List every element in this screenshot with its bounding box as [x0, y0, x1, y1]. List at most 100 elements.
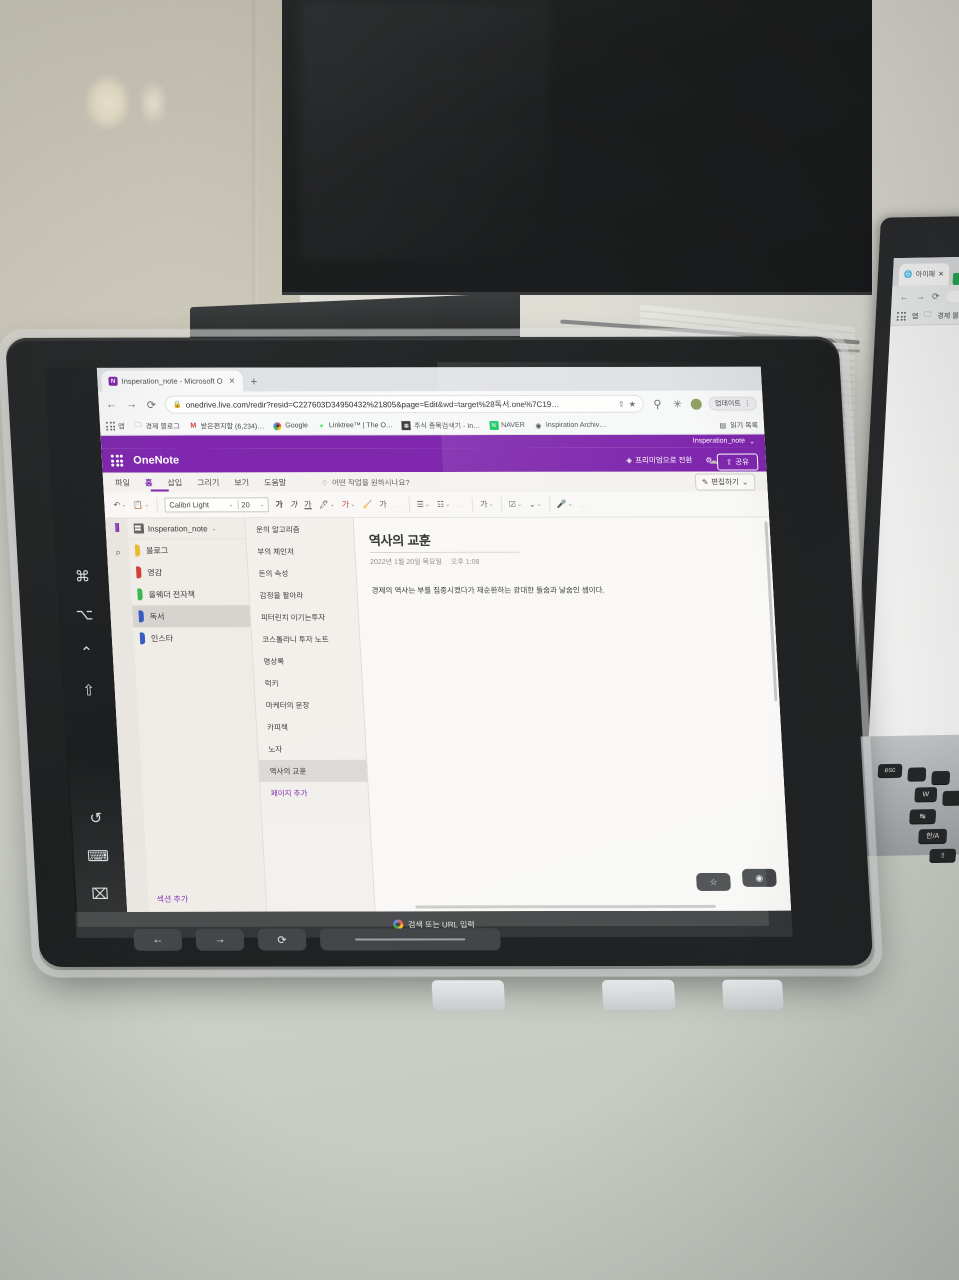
- highlighter-icon[interactable]: 🖊 ⌄: [318, 500, 335, 509]
- hide-keyboard-icon[interactable]: ⌧: [91, 885, 109, 903]
- dictate-icon[interactable]: ⌄ ⌄: [529, 500, 542, 509]
- clear-formatting-icon[interactable]: 🧹: [362, 500, 372, 509]
- bookmark-apps[interactable]: 앱: [105, 421, 125, 431]
- font-name-select[interactable]: Calibri Light ⌄: [165, 500, 238, 509]
- tab-file[interactable]: 파일: [115, 477, 130, 488]
- bookmark-google[interactable]: Google: [273, 421, 308, 430]
- notebook-name-top[interactable]: Insperation_note: [693, 438, 746, 445]
- page-item-11[interactable]: 역사의 교훈: [258, 759, 368, 782]
- macbook-bookmark-blog[interactable]: 경제 블로그: [937, 310, 959, 321]
- section-item-inspiration[interactable]: 영감: [130, 561, 248, 583]
- clipboard-icon[interactable]: 📋 ⌄: [133, 501, 150, 510]
- section-item-blog[interactable]: 블로그: [128, 539, 246, 561]
- page-title[interactable]: 역사의 교훈: [368, 529, 757, 549]
- more-icon[interactable]: …: [393, 500, 402, 509]
- address-bar[interactable]: 🔒 onedrive.live.com/redir?resid=C227603D…: [164, 394, 645, 414]
- font-size-select[interactable]: 20 ⌄: [237, 500, 268, 510]
- bullet-list-icon[interactable]: ☰ ⌄: [416, 500, 430, 509]
- reload-icon[interactable]: ⟳: [932, 291, 940, 302]
- chevron-down-icon[interactable]: ⌄: [749, 437, 755, 445]
- bold-button[interactable]: 가: [275, 499, 283, 510]
- page-item-8[interactable]: 마케터의 문장: [255, 694, 363, 716]
- microphone-icon[interactable]: 🎤 ⌄: [556, 500, 573, 509]
- reload-icon[interactable]: ⟳: [145, 398, 159, 411]
- underline-button[interactable]: 가: [304, 499, 312, 510]
- bookmark-inbox[interactable]: M 받은편지함 (6,234)…: [189, 421, 265, 431]
- apps-grid-icon[interactable]: [896, 311, 907, 321]
- add-section-button[interactable]: 섹션 추가: [148, 887, 267, 912]
- page-body-text[interactable]: 경제의 역사는 부를 집중시켰다가 재순환하는 광대한 들숨과 날숨인 셈이다.: [371, 584, 759, 597]
- shift-icon[interactable]: ⇧: [82, 681, 96, 699]
- tab-view[interactable]: 보기: [234, 477, 249, 488]
- close-icon[interactable]: ✕: [938, 270, 944, 278]
- section-item-reading[interactable]: 독서: [132, 605, 251, 628]
- macbook-bookmark-apps[interactable]: 앱: [912, 311, 919, 321]
- browser-tab[interactable]: N Insperation_note - Microsoft O ✕: [100, 370, 243, 392]
- share-button[interactable]: ⇪ 공유: [716, 453, 759, 471]
- tag-star-icon[interactable]: ☑ ⌄: [508, 500, 522, 509]
- section-item-insta[interactable]: 인스타: [133, 627, 251, 649]
- key-blank-2[interactable]: [931, 770, 951, 785]
- notebook-header[interactable]: Insperation_note ⌄: [127, 518, 246, 540]
- keyboard-icon[interactable]: ⌨: [87, 847, 110, 865]
- premium-upsell-button[interactable]: ◈ 프리미엄으로 전환: [626, 454, 693, 465]
- home-indicator[interactable]: [319, 928, 501, 951]
- share-icon[interactable]: ⇪: [618, 399, 625, 408]
- profile-avatar[interactable]: [690, 398, 703, 410]
- numbered-list-icon[interactable]: ☷ ⌄: [437, 500, 451, 509]
- page-item-9[interactable]: 카피책: [256, 716, 364, 738]
- bookmark-star-icon[interactable]: ★: [628, 399, 636, 408]
- page-item-1[interactable]: 부의 체인저: [247, 540, 355, 562]
- forward-icon[interactable]: →: [916, 291, 926, 301]
- notebooks-icon[interactable]: ⦀: [115, 523, 120, 536]
- italic-button[interactable]: 가: [290, 499, 298, 510]
- new-tab-button[interactable]: +: [250, 375, 258, 389]
- key-lang[interactable]: 한/A: [918, 828, 948, 844]
- app-launcher-icon[interactable]: [110, 454, 124, 467]
- reading-list[interactable]: ▤ 읽기 목록: [718, 420, 758, 430]
- undo-icon[interactable]: ↺: [89, 809, 103, 827]
- cast-icon[interactable]: ✳: [671, 397, 685, 410]
- forward-icon[interactable]: →: [125, 399, 139, 411]
- forward-icon-button[interactable]: →: [195, 928, 245, 951]
- page-item-3[interactable]: 감정을 팔아라: [249, 584, 357, 606]
- page-item-0[interactable]: 운의 알고리즘: [245, 518, 353, 540]
- macbook-tab[interactable]: 🌐 아이패 ✕: [898, 263, 950, 286]
- bookmark-linktree[interactable]: ✦ Linktree™ | The O…: [317, 421, 394, 430]
- back-icon[interactable]: ←: [105, 399, 119, 411]
- assistant-icon-button[interactable]: ◉: [741, 868, 777, 887]
- reload-icon-button[interactable]: ⟳: [257, 928, 307, 951]
- key-tab[interactable]: ↹: [909, 809, 937, 824]
- overflow-icon[interactable]: …: [579, 500, 588, 509]
- back-icon[interactable]: ←: [900, 292, 910, 302]
- page-item-10[interactable]: 노자: [258, 738, 366, 760]
- font-color-button[interactable]: 가 ⌄: [342, 499, 356, 510]
- page-item-5[interactable]: 코스톨라니 투자 노트: [252, 628, 360, 650]
- macbook-omnibox[interactable]: [946, 287, 959, 302]
- control-icon[interactable]: ⌃: [80, 643, 94, 661]
- close-icon[interactable]: ✕: [228, 377, 235, 386]
- command-icon[interactable]: ⌘: [74, 568, 90, 586]
- key-blank-1[interactable]: [907, 767, 927, 781]
- horizontal-scrollbar[interactable]: [415, 904, 716, 909]
- page-item-7[interactable]: 럭키: [254, 672, 362, 694]
- star-icon-button[interactable]: ☆: [695, 872, 731, 891]
- bookmark-inspiration-archive[interactable]: ◉ Inspiration Archiv…: [534, 421, 607, 430]
- extension-icon[interactable]: ⚲: [651, 397, 665, 410]
- key-shift[interactable]: ⇧: [929, 848, 957, 863]
- undo-icon[interactable]: ↶ ⌄: [113, 501, 126, 510]
- tab-draw[interactable]: 그리기: [197, 477, 220, 488]
- page-item-2[interactable]: 돈의 속성: [248, 562, 356, 584]
- more-icon-2[interactable]: …: [457, 500, 466, 509]
- key-esc[interactable]: esc: [877, 763, 903, 778]
- bookmark-stock-screener[interactable]: ▦ 주식 종목검색기 - In…: [401, 421, 481, 431]
- tab-home[interactable]: 홈: [145, 477, 153, 488]
- back-icon-button[interactable]: ←: [133, 928, 183, 951]
- page-canvas[interactable]: 역사의 교훈 2022년 1월 20일 목요일 오후 1:08 경제의 역사는 …: [353, 517, 792, 912]
- key-w[interactable]: W: [914, 787, 938, 802]
- bookmark-economy-blog[interactable]: 🗀 경제 블로그: [133, 421, 180, 431]
- update-pill[interactable]: 업데이트 ⋮: [708, 396, 758, 411]
- app-title[interactable]: OneNote: [133, 455, 180, 467]
- kebab-menu-icon[interactable]: ⋮: [744, 400, 751, 408]
- key-blank-3[interactable]: [942, 790, 959, 805]
